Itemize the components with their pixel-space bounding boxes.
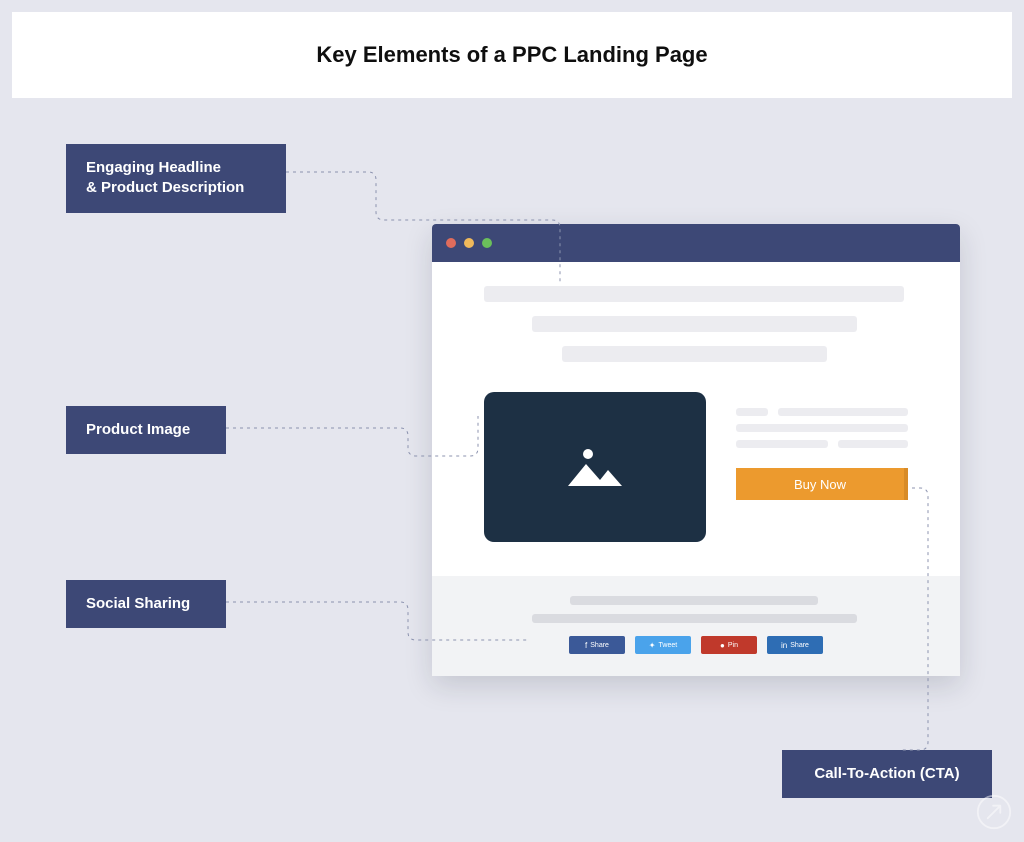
placeholder-desc-5 (838, 440, 908, 448)
placeholder-headline-2 (532, 316, 857, 332)
placeholder-desc-2 (778, 408, 908, 416)
label-product-image: Product Image (66, 406, 226, 454)
browser-titlebar (432, 224, 960, 262)
page-title: Key Elements of a PPC Landing Page (316, 42, 707, 68)
window-dot-red (446, 238, 456, 248)
twitter-icon: ✦ (649, 641, 656, 650)
placeholder-desc-1 (736, 408, 768, 416)
share-pinterest-label: Pin (728, 642, 738, 649)
share-linkedin[interactable]: inShare (767, 636, 823, 654)
share-pinterest[interactable]: ●Pin (701, 636, 757, 654)
window-dot-yellow (464, 238, 474, 248)
facebook-icon: f (585, 641, 587, 650)
window-dot-green (482, 238, 492, 248)
label-cta: Call-To-Action (CTA) (782, 750, 992, 798)
share-facebook-label: Share (590, 642, 609, 649)
placeholder-desc-4 (736, 440, 828, 448)
cta-button[interactable]: Buy Now (736, 468, 908, 500)
browser-footer: fShare ✦Tweet ●Pin inShare (432, 576, 960, 676)
image-icon (560, 442, 630, 492)
placeholder-footer-1 (570, 596, 818, 605)
linkedin-icon: in (781, 641, 787, 650)
placeholder-footer-2 (532, 614, 857, 623)
share-facebook[interactable]: fShare (569, 636, 625, 654)
label-social-sharing: Social Sharing (66, 580, 226, 628)
label-headline: Engaging Headline& Product Description (66, 144, 286, 213)
placeholder-headline-1 (484, 286, 904, 302)
placeholder-headline-3 (562, 346, 827, 362)
browser-body: Buy Now fShare ✦Tweet ●Pin inShare (432, 262, 960, 676)
browser-mock: Buy Now fShare ✦Tweet ●Pin inShare (432, 224, 960, 676)
share-twitter[interactable]: ✦Tweet (635, 636, 691, 654)
placeholder-desc-3 (736, 424, 908, 432)
title-bar: Key Elements of a PPC Landing Page (12, 12, 1012, 98)
pinterest-icon: ● (720, 641, 725, 650)
share-row: fShare ✦Tweet ●Pin inShare (432, 636, 960, 654)
watermark-icon (976, 794, 1012, 830)
product-image-block (484, 392, 706, 542)
share-linkedin-label: Share (790, 642, 809, 649)
share-twitter-label: Tweet (659, 642, 678, 649)
